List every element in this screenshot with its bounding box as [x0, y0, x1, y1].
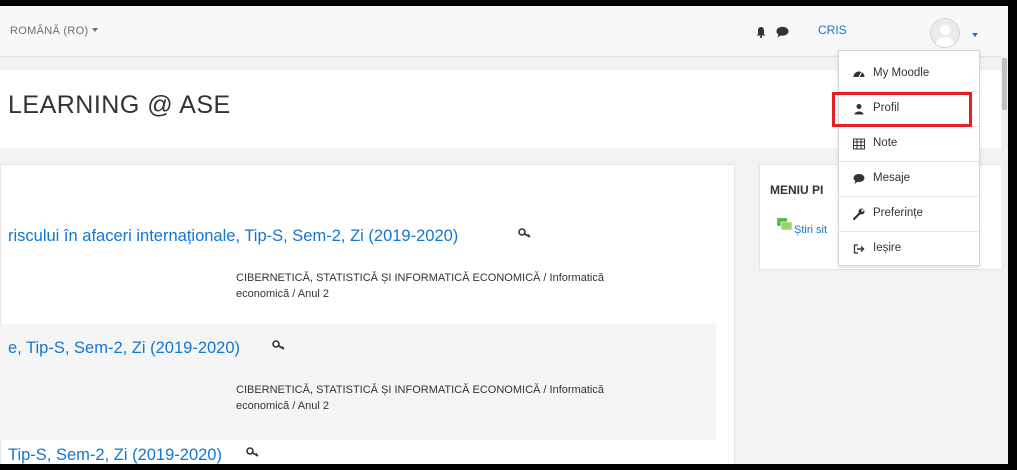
- course-category-line2: economică / Anul 2: [236, 288, 329, 300]
- table-icon: [853, 138, 865, 150]
- menu-item-mesaje[interactable]: Mesaje: [839, 162, 979, 197]
- language-menu[interactable]: ROMÂNĂ (RO): [10, 25, 99, 37]
- bell-icon[interactable]: [755, 26, 767, 38]
- dashboard-icon: [853, 71, 865, 78]
- language-label: ROMÂNĂ (RO): [10, 25, 89, 37]
- course-category: CIBERNETICĂ, STATISTICĂ ȘI INFORMATICĂ E…: [236, 382, 676, 414]
- scrollbar-track[interactable]: [1001, 56, 1008, 464]
- user-name[interactable]: CRIS: [818, 23, 847, 37]
- block-title: MENIU PI: [770, 183, 824, 197]
- course-category: CIBERNETICĂ, STATISTICĂ ȘI INFORMATICĂ E…: [236, 270, 676, 302]
- site-title: LEARNING @ ASE: [8, 91, 231, 119]
- page-frame: ROMÂNĂ (RO) CRIS LEARNING @ ASE riscului…: [0, 6, 1008, 464]
- menu-item-note[interactable]: Note: [839, 127, 979, 162]
- profil-highlight-box: [832, 92, 972, 127]
- avatar-silhouette: [936, 25, 954, 47]
- user-menu-dropdown: My Moodle Profil Note Mesaje Preferințe …: [838, 50, 980, 266]
- chat-icon[interactable]: [776, 26, 789, 38]
- avatar-icon[interactable]: [930, 18, 960, 48]
- course-title-link[interactable]: Tip-S, Sem-2, Zi (2019-2020): [8, 446, 222, 464]
- menu-item-preferinte[interactable]: Preferințe: [839, 197, 979, 232]
- user-menu-chevron-icon[interactable]: [972, 33, 978, 37]
- menu-item-label: Note: [873, 137, 898, 149]
- menu-item-label: My Moodle: [873, 67, 930, 79]
- news-icon: [777, 218, 793, 231]
- course-category-line1: CIBERNETICĂ, STATISTICĂ ȘI INFORMATICĂ E…: [236, 272, 604, 284]
- menu-item-label: Ieșire: [873, 242, 902, 254]
- key-icon: [246, 447, 259, 457]
- key-icon: [518, 228, 531, 238]
- menu-item-iesire[interactable]: Ieșire: [839, 232, 979, 266]
- chat-icon: [853, 174, 865, 184]
- logout-icon: [853, 244, 865, 254]
- wrench-icon: [853, 208, 865, 220]
- scrollbar-thumb[interactable]: [1002, 58, 1007, 110]
- course-title-link[interactable]: riscului în afaceri internaționale, Tip-…: [8, 227, 458, 246]
- menu-item-label: Preferințe: [873, 207, 923, 219]
- course-title-link[interactable]: e, Tip-S, Sem-2, Zi (2019-2020): [8, 339, 240, 358]
- menu-item-label: Mesaje: [873, 172, 911, 184]
- course-category-line2: economică / Anul 2: [236, 400, 329, 412]
- menu-item-my-moodle[interactable]: My Moodle: [839, 57, 979, 92]
- key-icon: [272, 340, 285, 350]
- chevron-down-icon: [92, 28, 99, 32]
- site-news-link[interactable]: Știri sit: [794, 224, 827, 236]
- course-category-line1: CIBERNETICĂ, STATISTICĂ ȘI INFORMATICĂ E…: [236, 384, 604, 396]
